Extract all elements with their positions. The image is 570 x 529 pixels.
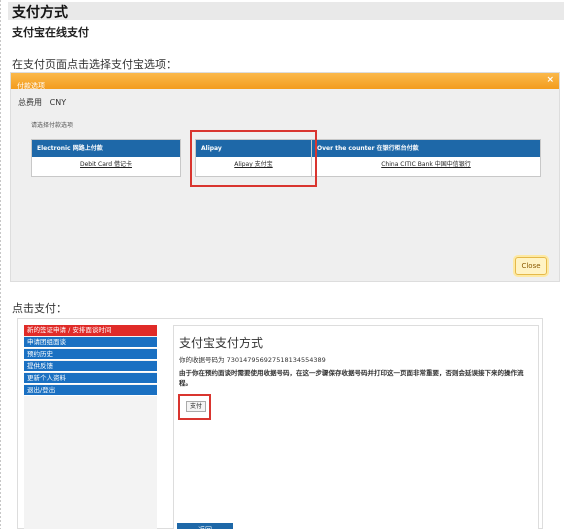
payment-heading: 支付宝支付方式 [179,336,264,350]
page-subtitle: 支付宝在线支付 [12,26,89,39]
option-header: Electronic 网路上付款 [32,140,180,157]
total-fee: 总费用 CNY [18,97,66,108]
instruction-1: 在支付页面点击选择支付宝选项： [12,58,177,71]
sidebar-item-group-interview[interactable]: 申请团组面谈 [24,337,157,348]
pay-button[interactable]: 支付 [186,401,206,412]
page-title: 支付方式 [12,5,68,21]
close-icon[interactable]: × [546,75,554,85]
main-content: 支付宝支付方式 你的收据号码为 730147956927518134554389… [173,325,539,529]
dialog-header: 付款选项 × [11,73,559,90]
sidebar-item-history[interactable]: 预约历史 [24,349,157,360]
sidebar-item-feedback[interactable]: 提供反馈 [24,361,157,372]
receipt-note: 由于你在预约面谈时需要使用收据号码，在这一步骤保存收据号码并打印这一页面非常重要… [179,369,524,387]
payment-options-dialog: 付款选项 × 总费用 CNY 请选择付款选项 Electronic 网路上付款 … [10,72,560,282]
payment-page: 新的签证申请 / 安排面谈时间 申请团组面谈 预约历史 提供反馈 更新个人资料 … [17,318,543,529]
sidebar-item-logout[interactable]: 退出/登出 [24,385,157,396]
close-button[interactable]: Close [515,257,547,275]
page-title-bar: 支付方式 [8,2,564,21]
option-header: Over the counter 在银行柜台付款 [312,140,540,157]
dialog-title: 付款选项 [17,82,45,90]
fee-label: 总费用 [18,98,42,107]
left-border [0,0,4,529]
sidebar-item-profile[interactable]: 更新个人资料 [24,373,157,384]
option-electronic: Electronic 网路上付款 Debit Card 借记卡 [31,139,181,177]
back-button[interactable]: 返回 [177,523,233,529]
citic-bank-link[interactable]: China CITIC Bank 中国中信银行 [312,157,540,173]
debit-card-link[interactable]: Debit Card 借记卡 [32,157,180,173]
instruction-2: 点击支付： [12,302,67,315]
currency: CNY [49,98,67,107]
option-over-the-counter: Over the counter 在银行柜台付款 China CITIC Ban… [311,139,541,177]
alipay-highlight [190,130,317,187]
receipt-number: 你的收据号码为 730147956927518134554389 [179,356,326,364]
sidebar-item-new-application[interactable]: 新的签证申请 / 安排面谈时间 [24,325,157,336]
choose-label: 请选择付款选项 [31,122,74,129]
